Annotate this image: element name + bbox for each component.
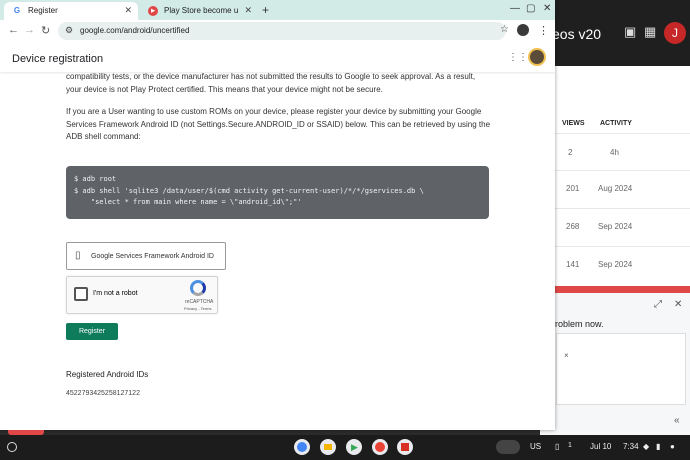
row-views: 268 (566, 222, 580, 231)
site-info-icon[interactable]: ⚙ (65, 25, 73, 36)
forum-favicon-icon: ▶ (148, 6, 158, 16)
close-icon[interactable]: ✕ (674, 299, 682, 310)
row-views: 2 (568, 148, 573, 157)
recaptcha-widget: I'm not a robot reCAPTCHA Privacy - Term… (66, 276, 218, 314)
row-activity[interactable]: Sep 2024 (598, 260, 632, 269)
photos-app-icon[interactable] (372, 439, 388, 455)
notification-count[interactable]: 1 (568, 442, 572, 449)
forum-topic-title: eos v20 (552, 26, 602, 42)
composer-accent-bar (540, 286, 690, 293)
column-header-activity: ACTIVITY (600, 120, 632, 127)
window-close-icon[interactable]: ✕ (543, 3, 551, 14)
code-line: "select * from main where name = \"andro… (74, 198, 302, 206)
tab-label: Register (28, 6, 58, 15)
wifi-icon[interactable]: ◆ (643, 442, 649, 451)
register-button[interactable]: Register (66, 323, 118, 340)
battery-icon[interactable]: ▮ (656, 442, 660, 451)
bookmark-icon[interactable]: ▣ (624, 24, 636, 40)
registered-id-value: 4522793425258127122 (66, 390, 140, 397)
reply-composer-panel: ⤢ ✕ problem now. × « (540, 293, 690, 435)
google-favicon-icon: G (13, 6, 21, 15)
row-activity[interactable]: Sep 2024 (598, 222, 632, 231)
account-tray-icon[interactable]: ● (670, 442, 675, 451)
tab-register[interactable]: G Register ✕ (4, 2, 138, 20)
recaptcha-checkbox[interactable] (74, 287, 88, 301)
tab-strip: G Register ✕ ▶ Play Store become uncerti… (0, 0, 555, 20)
address-bar[interactable]: ⚙ google.com/android/uncertified ☆ (58, 22, 509, 40)
row-views: 141 (566, 260, 580, 269)
profile-avatar-icon[interactable] (517, 24, 529, 36)
row-activity[interactable]: 4h (610, 148, 619, 157)
account-avatar[interactable] (528, 48, 546, 66)
stylus-tray-pill[interactable] (496, 440, 520, 454)
back-icon[interactable]: ← (8, 24, 19, 36)
row-activity[interactable]: Aug 2024 (598, 184, 632, 193)
android-id-placeholder: Google Services Framework Android ID (91, 253, 214, 260)
composer-preview-box[interactable] (556, 333, 686, 405)
page-title: Device registration (12, 53, 104, 65)
composer-text: problem now. (550, 319, 604, 329)
tab-label: Play Store become uncertified (164, 6, 238, 15)
tab-close-icon[interactable]: ✕ (244, 5, 252, 16)
registered-ids-heading: Registered Android IDs (66, 370, 149, 379)
reload-icon[interactable]: ↻ (41, 24, 50, 37)
phone-hub-icon[interactable]: ▯ (555, 442, 559, 451)
background-forum-window: eos v20 ▣ ▦ J VIEWS ACTIVITY 2 4h 201 Au… (540, 0, 690, 435)
browser-toolbar: ← → ↻ ⚙ google.com/android/uncertified ☆… (0, 20, 555, 42)
recaptcha-label: I'm not a robot (93, 290, 138, 297)
minimize-icon[interactable]: — (510, 3, 520, 14)
expand-icon[interactable]: ⤢ (654, 299, 662, 310)
instructions-paragraph: If you are a User wanting to use custom … (66, 107, 491, 141)
android-id-input[interactable]: ▯ Google Services Framework Android ID (66, 242, 226, 270)
topic-stats-table: VIEWS ACTIVITY 2 4h 201 Aug 2024 268 Sep… (540, 66, 690, 286)
bookmark-star-icon[interactable]: ☆ (500, 24, 509, 35)
adb-command-block: $ adb root $ adb shell 'sqlite3 /data/us… (66, 166, 489, 219)
recaptcha-logo-icon (190, 280, 206, 296)
system-shelf: ▶ US ▯ 1 Jul 10 7:34 ◆ ▮ ● (0, 435, 690, 460)
page-content: Device registration ⋮⋮⋮ compatibility te… (0, 42, 555, 430)
more-menu-icon[interactable]: ⋮ (538, 24, 549, 37)
maximize-icon[interactable]: ▢ (526, 3, 535, 14)
screenshot-app-icon[interactable] (397, 439, 413, 455)
time-text[interactable]: 7:34 (623, 442, 639, 451)
phone-icon: ▯ (75, 250, 81, 261)
date-text[interactable]: Jul 10 (590, 442, 611, 451)
recaptcha-brand: reCAPTCHA (185, 299, 214, 305)
chrome-app-icon[interactable] (294, 439, 310, 455)
page-header: Device registration ⋮⋮⋮ (0, 42, 555, 72)
browser-window: G Register ✕ ▶ Play Store become uncerti… (0, 0, 555, 430)
files-app-icon[interactable] (320, 439, 336, 455)
user-avatar[interactable]: J (664, 22, 686, 44)
input-method-indicator[interactable]: US (530, 442, 541, 451)
play-store-app-icon[interactable]: ▶ (346, 439, 362, 455)
tab-close-icon[interactable]: ✕ (124, 5, 132, 16)
dismiss-icon[interactable]: × (564, 351, 569, 360)
recaptcha-terms-link[interactable]: Privacy - Terms (184, 306, 211, 311)
column-header-views: VIEWS (562, 120, 585, 127)
launcher-icon[interactable] (7, 442, 17, 452)
forward-icon[interactable]: → (24, 24, 35, 36)
forum-header: eos v20 ▣ ▦ J (540, 0, 690, 66)
row-views: 201 (566, 184, 580, 193)
new-tab-icon[interactable]: + (262, 3, 269, 17)
code-line: $ adb shell 'sqlite3 /data/user/$(cmd ac… (74, 186, 424, 195)
url-text[interactable]: google.com/android/uncertified (80, 26, 189, 35)
menu-grid-icon[interactable]: ▦ (644, 24, 656, 40)
intro-paragraph: compatibility tests, or the device manuf… (66, 72, 476, 94)
collapse-icon[interactable]: « (674, 415, 680, 426)
tab-play-store-uncertified[interactable]: ▶ Play Store become uncertified ✕ (140, 2, 258, 20)
code-line: $ adb root (74, 175, 117, 183)
